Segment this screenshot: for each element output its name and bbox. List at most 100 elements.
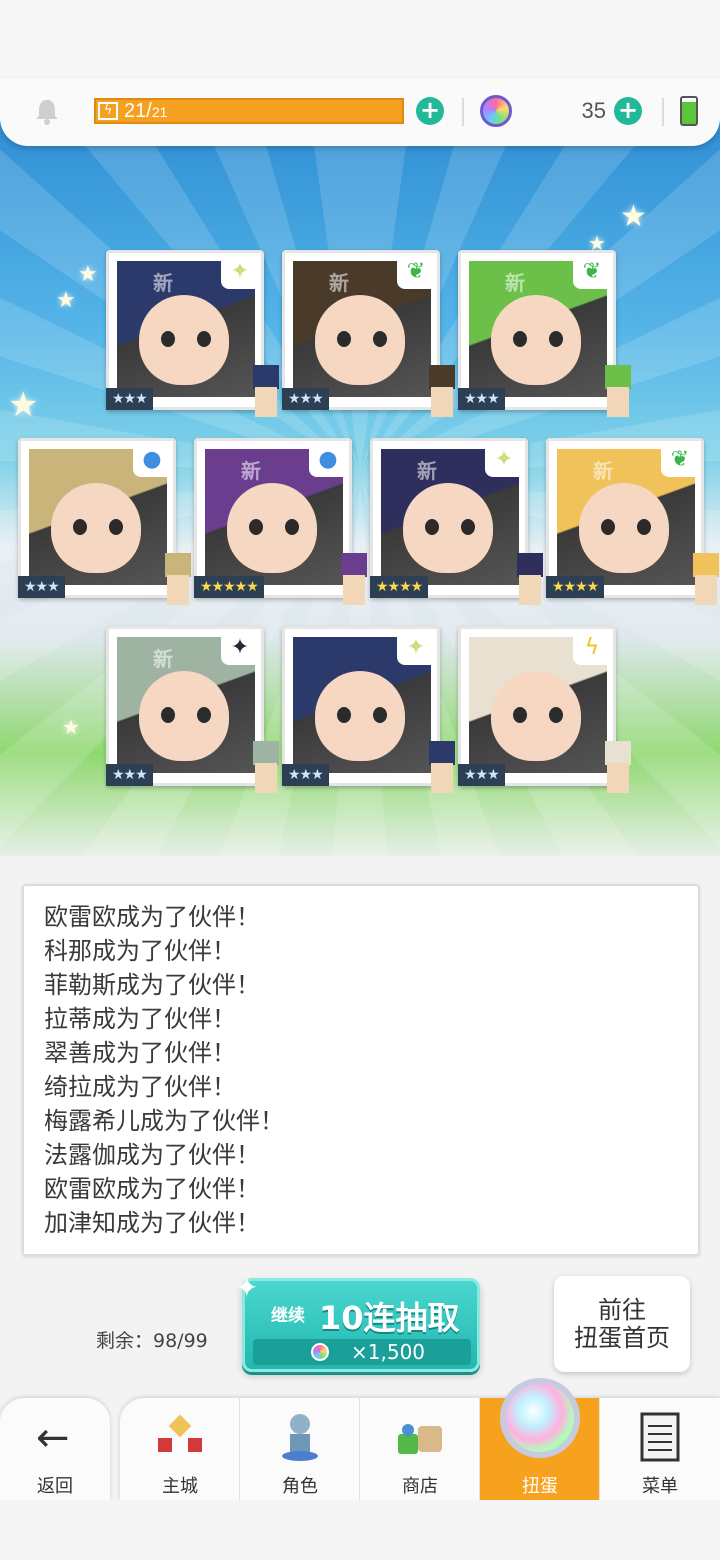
pixel-sprite xyxy=(249,741,283,797)
leaf-icon: ❦ xyxy=(661,443,699,477)
stamina-value: 21/21 xyxy=(124,100,168,122)
sprite-body xyxy=(343,575,365,605)
character-card[interactable]: ϟ ★★★ xyxy=(458,626,631,793)
sprite-head xyxy=(693,553,719,577)
message-line: 梅露希儿成为了伙伴！ xyxy=(44,1107,284,1135)
new-tag: 新 xyxy=(593,459,613,483)
gacha-orb-icon xyxy=(500,1378,580,1458)
divider xyxy=(662,98,664,126)
character-card[interactable]: ● ★★★ xyxy=(18,438,191,605)
sprite-head xyxy=(429,365,455,389)
remaining-pulls: 剩余：98/99 xyxy=(96,1330,208,1352)
rarity-stars: ★★★ xyxy=(282,388,329,410)
tab-label: 扭蛋 xyxy=(522,1476,558,1497)
star-icon: ★ xyxy=(78,262,98,287)
sprite-head xyxy=(253,365,279,389)
character-card[interactable]: 新 ✦ ★★★ xyxy=(106,626,279,793)
character-card[interactable]: 新 ❦ ★★★ xyxy=(282,250,455,417)
character-card[interactable]: 新 ❦ ★★★★ xyxy=(546,438,719,605)
message-line: 菲勒斯成为了伙伴！ xyxy=(44,971,260,999)
leaf-icon: ❦ xyxy=(573,255,611,289)
tab-label: 角色 xyxy=(282,1476,318,1497)
menu-icon xyxy=(640,1412,680,1462)
character-card[interactable]: 新 ✦ ★★★★ xyxy=(370,438,543,605)
eye xyxy=(161,707,175,723)
eye xyxy=(285,519,299,535)
tab-main-city[interactable]: 主城 xyxy=(120,1398,240,1500)
message-line: 拉蒂成为了伙伴！ xyxy=(44,1005,236,1033)
shop-icon xyxy=(398,1424,442,1454)
eye xyxy=(249,519,263,535)
sprite-head xyxy=(429,741,455,765)
gem-count: 35 xyxy=(581,98,606,123)
character-card[interactable]: 新 ❦ ★★★ xyxy=(458,250,631,417)
character-face xyxy=(403,483,493,573)
system-nav-area xyxy=(0,1500,720,1560)
character-card[interactable]: 新 ● ★★★★★ xyxy=(194,438,367,605)
eye xyxy=(637,519,651,535)
character-icon xyxy=(282,1414,318,1461)
star-icon: ★ xyxy=(8,385,39,425)
character-face xyxy=(139,295,229,385)
pixel-sprite xyxy=(249,365,283,421)
result-message-log[interactable]: 欧雷欧成为了伙伴！ 科那成为了伙伴！ 菲勒斯成为了伙伴！ 拉蒂成为了伙伴！ 翠善成为了伙… xyxy=(22,884,700,1256)
sprite-body xyxy=(167,575,189,605)
castle-icon xyxy=(158,1414,202,1452)
back-button[interactable]: ← 返回 xyxy=(0,1398,110,1500)
message-line: 绮拉成为了伙伴！ xyxy=(44,1073,236,1101)
character-face xyxy=(315,671,405,761)
sprite-body xyxy=(607,763,629,793)
water-icon: ● xyxy=(309,443,347,477)
eye xyxy=(461,519,475,535)
eye xyxy=(549,331,563,347)
sprite-body xyxy=(695,575,717,605)
tab-menu[interactable]: 菜单 xyxy=(600,1398,720,1500)
message-line: 科那成为了伙伴！ xyxy=(44,937,236,965)
stamina-bar: ϟ 21/21 xyxy=(94,98,404,124)
sprite-body xyxy=(607,387,629,417)
pixel-sprite xyxy=(161,553,195,609)
character-card[interactable]: 新 ✦ ★★★ xyxy=(106,250,279,417)
rarity-stars: ★★★ xyxy=(18,576,65,598)
goto-gacha-home-button[interactable]: 前往 扭蛋首页 xyxy=(554,1276,690,1372)
continue-label: 继续 xyxy=(271,1306,305,1326)
eye xyxy=(513,331,527,347)
add-gem-button[interactable]: + xyxy=(614,97,642,125)
character-face xyxy=(315,295,405,385)
pixel-sprite xyxy=(689,553,720,609)
character-face xyxy=(139,671,229,761)
tab-character[interactable]: 角色 xyxy=(240,1398,360,1500)
sprite-body xyxy=(519,575,541,605)
rarity-stars: ★★★ xyxy=(458,388,505,410)
bottom-nav: ← 返回 主城 角色 商店 扭蛋 菜单 xyxy=(0,1396,720,1500)
gem-icon xyxy=(480,95,512,127)
star-icon: ★ xyxy=(62,715,80,739)
sparkle-icon: ✦ xyxy=(235,1271,259,1304)
thunder-icon: ϟ xyxy=(573,631,611,665)
rarity-stars: ★★★★ xyxy=(370,576,429,598)
sprite-head xyxy=(605,365,631,389)
rarity-stars: ★★★ xyxy=(106,388,153,410)
message-line: 欧雷欧成为了伙伴！ xyxy=(44,1175,260,1203)
sparkle-icon: ✦ xyxy=(485,443,523,477)
rarity-stars: ★★★★ xyxy=(546,576,605,598)
gem-icon xyxy=(311,1343,329,1361)
character-card[interactable]: ✦ ★★★ xyxy=(282,626,455,793)
bell-icon[interactable] xyxy=(32,96,62,126)
eye xyxy=(513,707,527,723)
water-icon: ● xyxy=(133,443,171,477)
tab-shop[interactable]: 商店 xyxy=(360,1398,480,1500)
tab-label: 菜单 xyxy=(642,1476,678,1497)
nav-tabs: 主城 角色 商店 扭蛋 菜单 xyxy=(120,1398,720,1500)
pull-cost: ×1,500 xyxy=(253,1339,471,1365)
rarity-stars: ★★★ xyxy=(106,764,153,786)
add-stamina-button[interactable]: + xyxy=(416,97,444,125)
status-bar-area xyxy=(0,0,720,80)
pixel-sprite xyxy=(425,365,459,421)
eye xyxy=(197,331,211,347)
eye xyxy=(337,331,351,347)
pixel-sprite xyxy=(601,741,635,797)
continue-10-pull-button[interactable]: ✦ 继续 10连抽取 ×1,500 xyxy=(235,1271,480,1372)
eye xyxy=(549,707,563,723)
sprite-body xyxy=(255,763,277,793)
